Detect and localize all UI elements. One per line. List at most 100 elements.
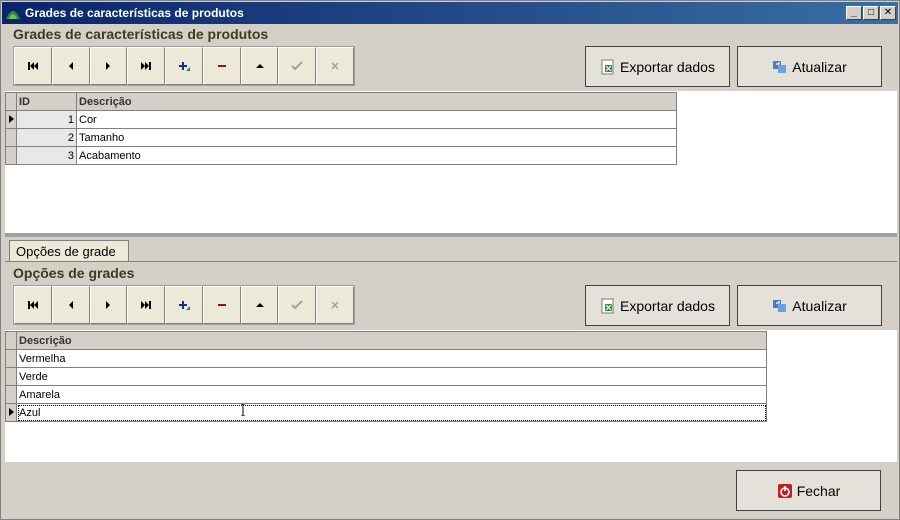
table-row[interactable]: Verde bbox=[5, 367, 767, 386]
top-navigator bbox=[13, 46, 355, 86]
insert-icon bbox=[179, 62, 191, 71]
refresh-icon bbox=[772, 59, 788, 75]
close-button-label: Fechar bbox=[796, 482, 841, 499]
cancel-icon bbox=[331, 301, 339, 309]
row-indicator bbox=[5, 403, 17, 422]
first-record-button[interactable] bbox=[14, 47, 52, 85]
last-record-button[interactable] bbox=[127, 286, 166, 324]
maximize-button[interactable]: □ bbox=[863, 6, 879, 20]
text-cursor-icon bbox=[241, 404, 245, 416]
first-record-icon bbox=[27, 62, 38, 70]
bottom-export-label: Exportar dados bbox=[620, 297, 715, 314]
bottom-navigator bbox=[13, 285, 355, 325]
cell-descricao[interactable]: Vermelha bbox=[16, 349, 767, 368]
current-row-marker bbox=[9, 407, 14, 416]
insert-icon bbox=[179, 301, 191, 310]
cell-descricao[interactable]: Acabamento bbox=[76, 146, 677, 165]
prior-record-button[interactable] bbox=[51, 286, 90, 324]
top-section-title: Grades de características de produtos bbox=[13, 26, 269, 42]
grid-header-row: ID Descrição bbox=[5, 92, 677, 111]
bottom-export-button[interactable]: Exportar dados bbox=[585, 285, 730, 326]
next-record-icon bbox=[106, 62, 111, 70]
top-grid[interactable]: ID Descrição 1 Cor 2 Tamanho 3 Acabament… bbox=[5, 92, 677, 165]
next-record-icon bbox=[106, 301, 111, 309]
cell-descricao[interactable]: Tamanho bbox=[76, 128, 677, 147]
top-refresh-label: Atualizar bbox=[792, 58, 847, 75]
indicator-header bbox=[5, 331, 17, 350]
row-indicator bbox=[5, 349, 17, 368]
cell-descricao[interactable]: Amarela bbox=[16, 385, 767, 404]
tab-opcoes-de-grade[interactable]: Opções de grade bbox=[9, 240, 129, 262]
app-icon bbox=[5, 5, 21, 21]
main-window: Grades de características de produtos _ … bbox=[0, 0, 900, 520]
minimize-button[interactable]: _ bbox=[846, 6, 862, 20]
cell-id[interactable]: 2 bbox=[16, 128, 77, 147]
insert-record-button[interactable] bbox=[165, 47, 203, 85]
post-record-button[interactable] bbox=[278, 47, 317, 85]
refresh-icon bbox=[772, 298, 788, 314]
edit-record-button[interactable] bbox=[240, 47, 279, 85]
title-bar[interactable]: Grades de características de produtos _ … bbox=[2, 2, 898, 24]
column-header-descricao[interactable]: Descrição bbox=[16, 331, 767, 350]
insert-record-button[interactable] bbox=[165, 286, 203, 324]
delete-record-button[interactable] bbox=[202, 286, 241, 324]
post-icon bbox=[291, 61, 304, 71]
post-record-button[interactable] bbox=[278, 286, 317, 324]
table-row[interactable]: Amarela bbox=[5, 385, 767, 404]
row-indicator bbox=[5, 367, 17, 386]
bottom-grid[interactable]: Descrição Vermelha Verde Amarela Azul bbox=[5, 331, 767, 422]
row-indicator bbox=[5, 128, 17, 147]
delete-icon bbox=[217, 65, 226, 67]
next-record-button[interactable] bbox=[89, 286, 128, 324]
bottom-refresh-button[interactable]: Atualizar bbox=[737, 285, 882, 326]
window-title: Grades de características de produtos bbox=[25, 6, 244, 20]
next-record-button[interactable] bbox=[89, 47, 128, 85]
indicator-header bbox=[5, 92, 17, 111]
excel-icon bbox=[600, 59, 616, 75]
cell-descricao[interactable]: Cor bbox=[76, 110, 677, 129]
table-row[interactable]: Vermelha bbox=[5, 349, 767, 368]
close-button[interactable]: Fechar bbox=[736, 470, 881, 511]
splitter[interactable] bbox=[5, 233, 897, 237]
cell-id[interactable]: 3 bbox=[16, 146, 77, 165]
excel-icon bbox=[600, 298, 616, 314]
prior-record-icon bbox=[68, 62, 73, 70]
cell-id[interactable]: 1 bbox=[16, 110, 77, 129]
column-header-descricao[interactable]: Descrição bbox=[76, 92, 677, 111]
top-export-button[interactable]: Exportar dados bbox=[585, 46, 730, 87]
cancel-record-button[interactable] bbox=[316, 47, 355, 85]
edit-icon bbox=[255, 64, 264, 68]
edit-icon bbox=[255, 303, 264, 307]
last-record-button[interactable] bbox=[127, 47, 166, 85]
row-indicator bbox=[5, 385, 17, 404]
table-row[interactable]: 2 Tamanho bbox=[5, 128, 677, 147]
top-export-label: Exportar dados bbox=[620, 58, 715, 75]
last-record-icon bbox=[141, 301, 152, 309]
table-row[interactable]: Azul bbox=[5, 403, 767, 422]
top-refresh-button[interactable]: Atualizar bbox=[737, 46, 882, 87]
edit-record-button[interactable] bbox=[240, 286, 279, 324]
row-indicator bbox=[5, 110, 17, 129]
first-record-button[interactable] bbox=[14, 286, 52, 324]
cell-descricao[interactable]: Azul bbox=[16, 403, 767, 422]
prior-record-button[interactable] bbox=[51, 47, 90, 85]
table-row[interactable]: 1 Cor bbox=[5, 110, 677, 129]
cell-descricao[interactable]: Verde bbox=[16, 367, 767, 386]
cancel-icon bbox=[331, 62, 339, 70]
cancel-record-button[interactable] bbox=[316, 286, 355, 324]
delete-record-button[interactable] bbox=[202, 47, 241, 85]
first-record-icon bbox=[27, 301, 38, 309]
table-row[interactable]: 3 Acabamento bbox=[5, 146, 677, 165]
current-row-marker bbox=[9, 114, 14, 123]
power-icon bbox=[777, 483, 793, 499]
bottom-refresh-label: Atualizar bbox=[792, 297, 847, 314]
column-header-id[interactable]: ID bbox=[16, 92, 77, 111]
close-window-button[interactable]: ✕ bbox=[880, 6, 896, 20]
post-icon bbox=[291, 300, 304, 310]
last-record-icon bbox=[141, 62, 152, 70]
prior-record-icon bbox=[68, 301, 73, 309]
grid-header-row: Descrição bbox=[5, 331, 767, 350]
bottom-section-title: Opções de grades bbox=[13, 265, 135, 281]
tab-divider bbox=[5, 261, 897, 262]
row-indicator bbox=[5, 146, 17, 165]
